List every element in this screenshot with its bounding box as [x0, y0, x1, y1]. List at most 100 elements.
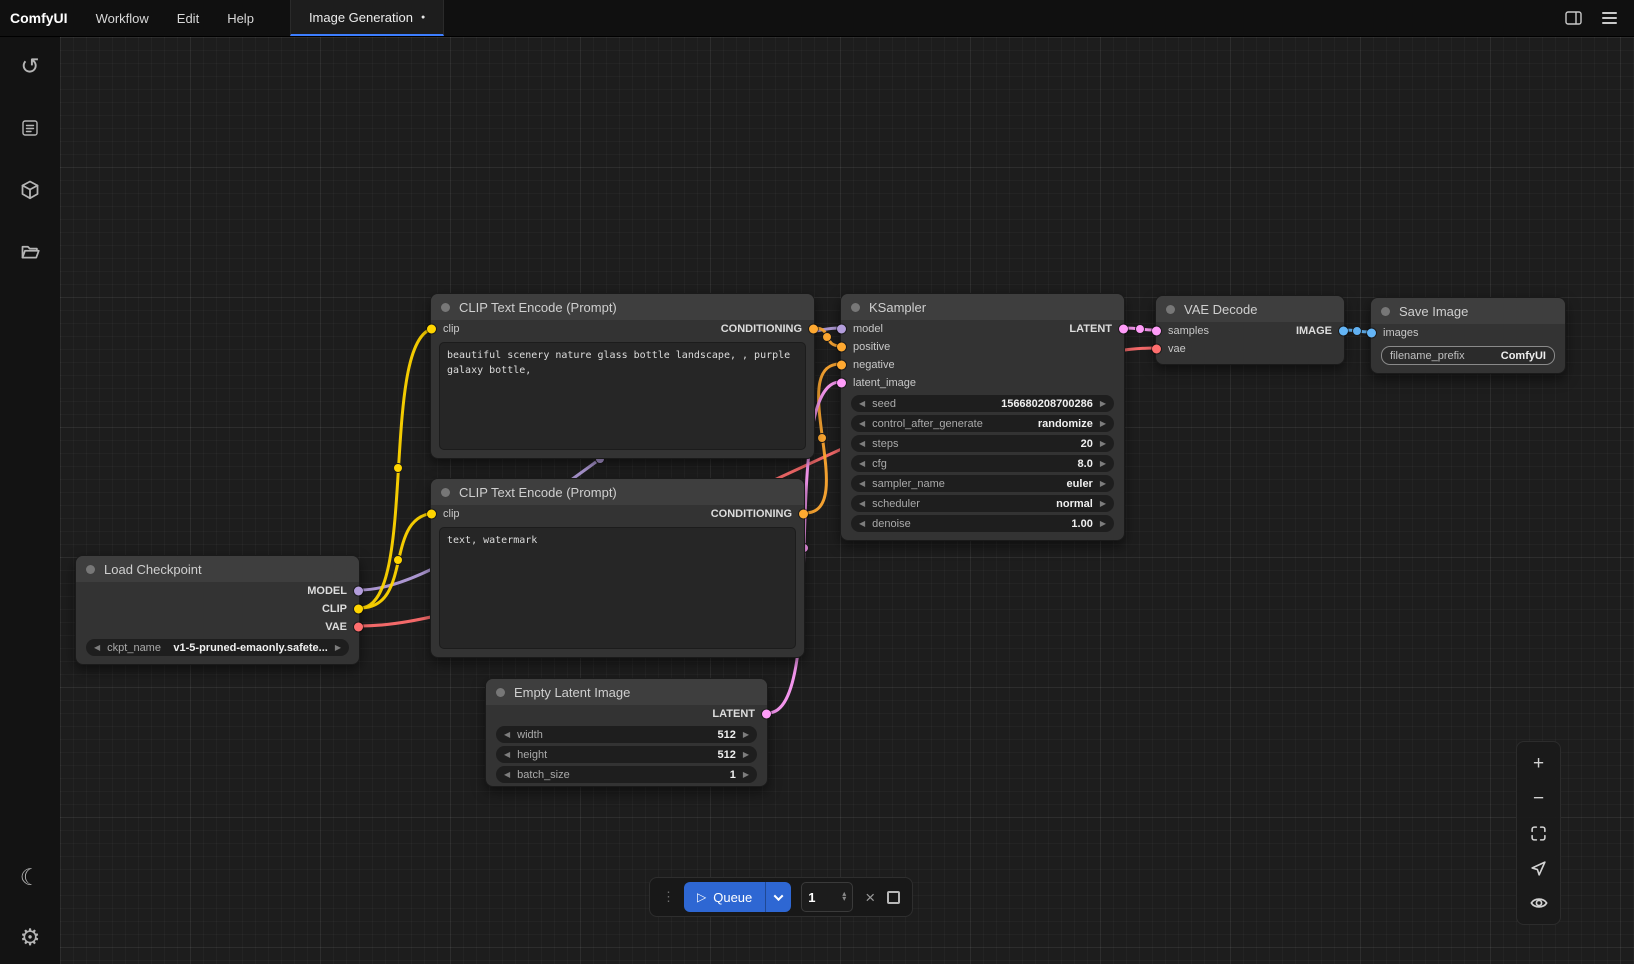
- widget-cfg[interactable]: ◀ cfg 8.0 ▶: [851, 455, 1114, 472]
- decrement-arrow-icon[interactable]: ◀: [859, 520, 865, 528]
- increment-arrow-icon[interactable]: ▶: [1100, 420, 1106, 428]
- widget-height[interactable]: ◀ height 512 ▶: [496, 746, 757, 763]
- widget-ckpt-name[interactable]: ◀ ckpt_name v1-5-pruned-emaonly.safete..…: [86, 639, 349, 656]
- widget-batch-size[interactable]: ◀ batch_size 1 ▶: [496, 766, 757, 783]
- increment-arrow-icon[interactable]: ▶: [1100, 460, 1106, 468]
- input-port-model[interactable]: [837, 325, 846, 334]
- clear-queue-icon[interactable]: ×: [863, 889, 877, 906]
- decrement-arrow-icon[interactable]: ◀: [859, 460, 865, 468]
- increment-arrow-icon[interactable]: ▶: [743, 751, 749, 759]
- prompt-textarea[interactable]: beautiful scenery nature glass bottle la…: [439, 342, 806, 450]
- input-port-negative[interactable]: [837, 361, 846, 370]
- model-library-icon[interactable]: [17, 177, 43, 203]
- increment-arrow-icon[interactable]: ▶: [1100, 440, 1106, 448]
- increment-arrow-icon[interactable]: ▶: [743, 731, 749, 739]
- increment-arrow-icon[interactable]: ▶: [1100, 480, 1106, 488]
- menu-help[interactable]: Help: [213, 0, 268, 36]
- output-port-vae[interactable]: [354, 623, 363, 632]
- node-empty-latent-image[interactable]: Empty Latent Image LATENT ◀ width 512 ▶ …: [485, 678, 768, 787]
- node-ksampler[interactable]: KSampler model LATENT positive negative …: [840, 293, 1125, 541]
- decrement-arrow-icon[interactable]: ◀: [859, 400, 865, 408]
- decrement-arrow-icon[interactable]: ◀: [504, 731, 510, 739]
- output-port-model[interactable]: [354, 587, 363, 596]
- node-header[interactable]: CLIP Text Encode (Prompt): [431, 294, 814, 320]
- collapse-dot[interactable]: [441, 488, 450, 497]
- batch-count-input[interactable]: 1 ▴ ▾: [801, 882, 853, 912]
- decrement-arrow-icon[interactable]: ◀: [859, 480, 865, 488]
- widget-seed[interactable]: ◀ seed 156680208700286 ▶: [851, 395, 1114, 412]
- settings-gear-icon[interactable]: ⚙: [17, 924, 43, 950]
- spinner-down-icon[interactable]: ▾: [842, 897, 846, 902]
- decrement-arrow-icon[interactable]: ◀: [859, 500, 865, 508]
- widget-width[interactable]: ◀ width 512 ▶: [496, 726, 757, 743]
- decrement-arrow-icon[interactable]: ◀: [504, 751, 510, 759]
- collapse-dot[interactable]: [1166, 305, 1175, 314]
- output-port-latent[interactable]: [1119, 325, 1128, 334]
- widget-steps[interactable]: ◀ steps 20 ▶: [851, 435, 1114, 452]
- workflows-folder-icon[interactable]: [17, 239, 43, 265]
- node-header[interactable]: VAE Decode: [1156, 296, 1344, 322]
- input-port-vae[interactable]: [1152, 345, 1161, 354]
- input-port-samples[interactable]: [1152, 327, 1161, 336]
- theme-toggle-moon-icon[interactable]: ☾: [17, 864, 43, 890]
- prompt-textarea[interactable]: text, watermark: [439, 527, 796, 649]
- input-port-positive[interactable]: [837, 343, 846, 352]
- tab-image-generation[interactable]: Image Generation ●: [290, 0, 444, 36]
- output-port-clip[interactable]: [354, 605, 363, 614]
- menu-edit[interactable]: Edit: [163, 0, 213, 36]
- batch-count-value: 1: [808, 890, 815, 905]
- stop-icon[interactable]: [887, 891, 900, 904]
- collapse-dot[interactable]: [496, 688, 505, 697]
- collapse-dot[interactable]: [1381, 307, 1390, 316]
- node-header[interactable]: CLIP Text Encode (Prompt): [431, 479, 804, 505]
- node-header[interactable]: Load Checkpoint: [76, 556, 359, 582]
- output-port-conditioning[interactable]: [799, 510, 808, 519]
- increment-arrow-icon[interactable]: ▶: [335, 644, 341, 652]
- queue-history-icon[interactable]: ↺: [17, 53, 43, 79]
- toggle-links-eye-icon[interactable]: [1528, 892, 1550, 914]
- widget-scheduler[interactable]: ◀ scheduler normal ▶: [851, 495, 1114, 512]
- input-port-latent-image[interactable]: [837, 379, 846, 388]
- input-port-clip[interactable]: [427, 510, 436, 519]
- widget-denoise[interactable]: ◀ denoise 1.00 ▶: [851, 515, 1114, 532]
- node-header[interactable]: Empty Latent Image: [486, 679, 767, 705]
- queue-options-button[interactable]: [765, 882, 791, 912]
- increment-arrow-icon[interactable]: ▶: [1100, 500, 1106, 508]
- widget-filename-prefix[interactable]: filename_prefix ComfyUI: [1381, 346, 1555, 365]
- node-clip-text-encode-positive[interactable]: CLIP Text Encode (Prompt) clip CONDITION…: [430, 293, 815, 459]
- increment-arrow-icon[interactable]: ▶: [1100, 400, 1106, 408]
- widget-sampler-name[interactable]: ◀ sampler_name euler ▶: [851, 475, 1114, 492]
- collapse-dot[interactable]: [86, 565, 95, 574]
- node-header[interactable]: KSampler: [841, 294, 1124, 320]
- node-save-image[interactable]: Save Image images filename_prefix ComfyU…: [1370, 297, 1566, 374]
- node-header[interactable]: Save Image: [1371, 298, 1565, 324]
- input-port-clip[interactable]: [427, 325, 436, 334]
- output-port-latent[interactable]: [762, 710, 771, 719]
- decrement-arrow-icon[interactable]: ◀: [859, 420, 865, 428]
- decrement-arrow-icon[interactable]: ◀: [504, 771, 510, 779]
- select-mode-icon[interactable]: [1528, 857, 1550, 879]
- increment-arrow-icon[interactable]: ▶: [743, 771, 749, 779]
- zoom-in-icon[interactable]: +: [1528, 752, 1550, 774]
- increment-arrow-icon[interactable]: ▶: [1100, 520, 1106, 528]
- node-library-icon[interactable]: [17, 115, 43, 141]
- zoom-out-icon[interactable]: −: [1528, 787, 1550, 809]
- node-load-checkpoint[interactable]: Load Checkpoint MODEL CLIP VAE ◀ ckpt_na…: [75, 555, 360, 665]
- collapse-dot[interactable]: [851, 303, 860, 312]
- collapse-dot[interactable]: [441, 303, 450, 312]
- queue-button[interactable]: ▷ Queue: [684, 882, 765, 912]
- toggle-panel-icon[interactable]: [1558, 4, 1588, 32]
- node-clip-text-encode-negative[interactable]: CLIP Text Encode (Prompt) clip CONDITION…: [430, 478, 805, 658]
- output-port-image[interactable]: [1339, 327, 1348, 336]
- input-port-images[interactable]: [1367, 329, 1376, 338]
- widget-value: 1.00: [1071, 518, 1092, 530]
- node-vae-decode[interactable]: VAE Decode samples IMAGE vae: [1155, 295, 1345, 365]
- hamburger-menu-icon[interactable]: [1594, 4, 1624, 32]
- decrement-arrow-icon[interactable]: ◀: [859, 440, 865, 448]
- widget-control-after-generate[interactable]: ◀ control_after_generate randomize ▶: [851, 415, 1114, 432]
- menu-workflow[interactable]: Workflow: [82, 0, 163, 36]
- drag-handle-icon[interactable]: ⋮: [662, 889, 674, 905]
- fit-view-icon[interactable]: [1528, 822, 1550, 844]
- decrement-arrow-icon[interactable]: ◀: [94, 644, 100, 652]
- output-port-conditioning[interactable]: [809, 325, 818, 334]
